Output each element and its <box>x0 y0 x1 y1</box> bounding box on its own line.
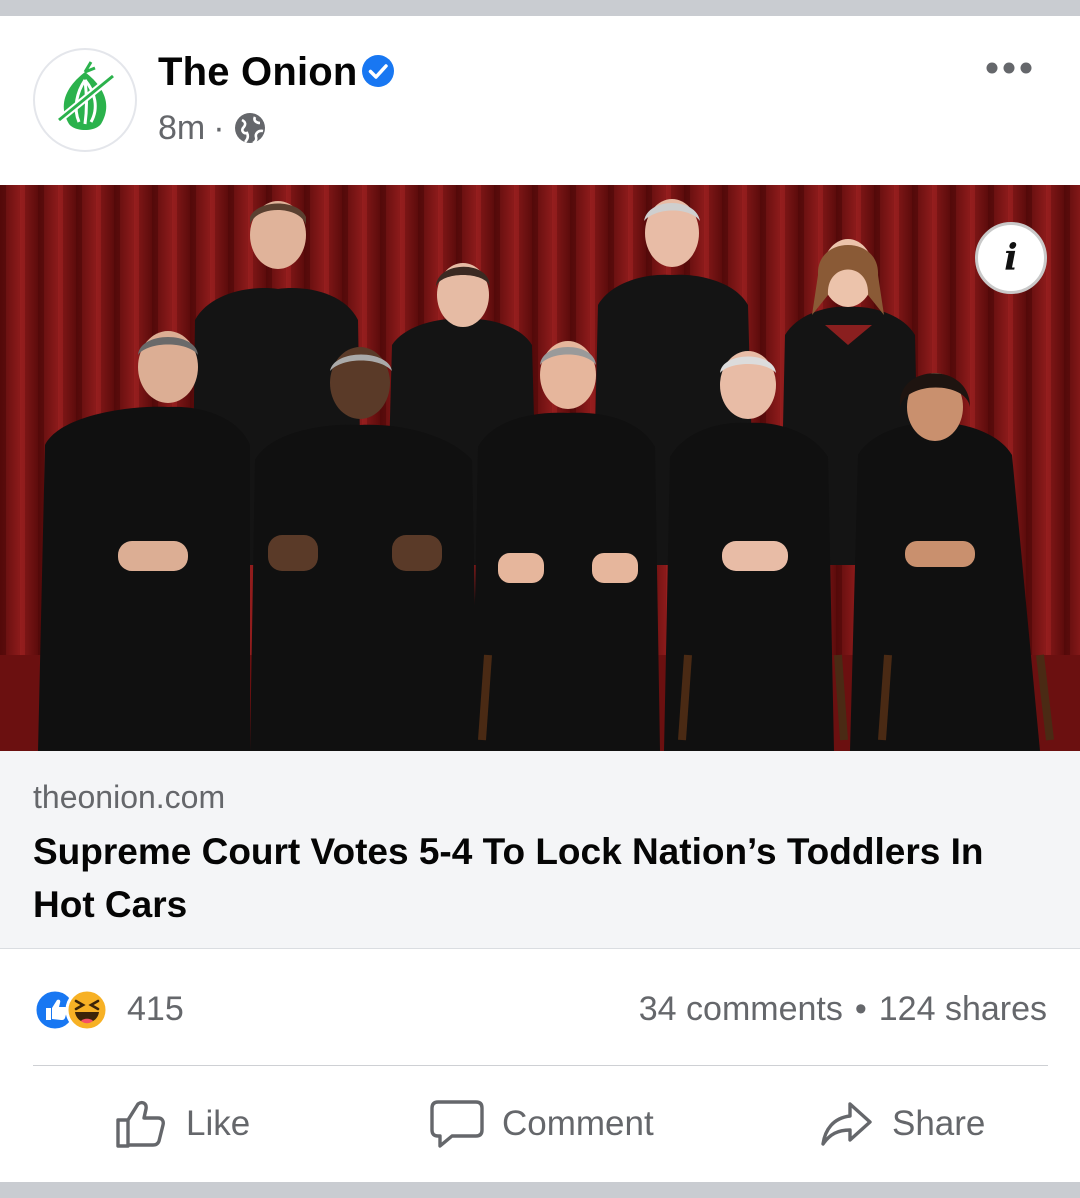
comment-button[interactable]: Comment <box>430 1096 654 1152</box>
share-arrow-icon <box>821 1102 872 1146</box>
page-name[interactable]: The Onion <box>158 48 358 96</box>
link-domain: theonion.com <box>33 779 226 815</box>
reaction-count[interactable]: 415 <box>127 988 184 1030</box>
engagement-stats: 415 34 comments • 124 shares <box>0 971 1080 1051</box>
globe-icon <box>234 113 265 145</box>
shares-count[interactable]: 124 shares <box>879 988 1047 1030</box>
stats-separator: • <box>854 990 867 1028</box>
post-time[interactable]: 8m <box>158 108 205 148</box>
post-meta: 8m · <box>158 108 267 148</box>
post-photo[interactable]: i <box>0 185 1080 751</box>
more-horizontal-icon[interactable] <box>984 56 1034 80</box>
like-label: Like <box>186 1104 251 1143</box>
haha-reaction-icon <box>65 988 109 1032</box>
share-button[interactable]: Share <box>820 1096 985 1152</box>
link-headline[interactable]: Supreme Court Votes 5-4 To Lock Nation’s… <box>33 825 1053 931</box>
post-actions: Like Comment Share <box>0 1066 1080 1182</box>
comment-label: Comment <box>502 1104 654 1143</box>
verified-badge-icon <box>362 55 394 87</box>
onion-logo-icon <box>56 61 116 130</box>
meta-separator: · <box>213 109 225 147</box>
info-button[interactable]: i <box>975 222 1047 294</box>
post-header: The Onion 8m · <box>0 16 1080 185</box>
link-preview[interactable]: theonion.com Supreme Court Votes 5-4 To … <box>0 751 1080 949</box>
comment-bubble-icon <box>430 1100 484 1148</box>
share-label: Share <box>892 1104 986 1143</box>
comments-shares: 34 comments • 124 shares <box>639 988 1047 1030</box>
page-avatar[interactable] <box>33 48 137 152</box>
comments-count[interactable]: 34 comments <box>639 988 843 1030</box>
post-card: The Onion 8m · i theonion.com Supreme Co… <box>0 16 1080 1182</box>
supreme-court-justices-photo <box>0 185 1080 751</box>
like-button[interactable]: Like <box>112 1096 250 1152</box>
thumbs-up-icon <box>116 1100 165 1148</box>
